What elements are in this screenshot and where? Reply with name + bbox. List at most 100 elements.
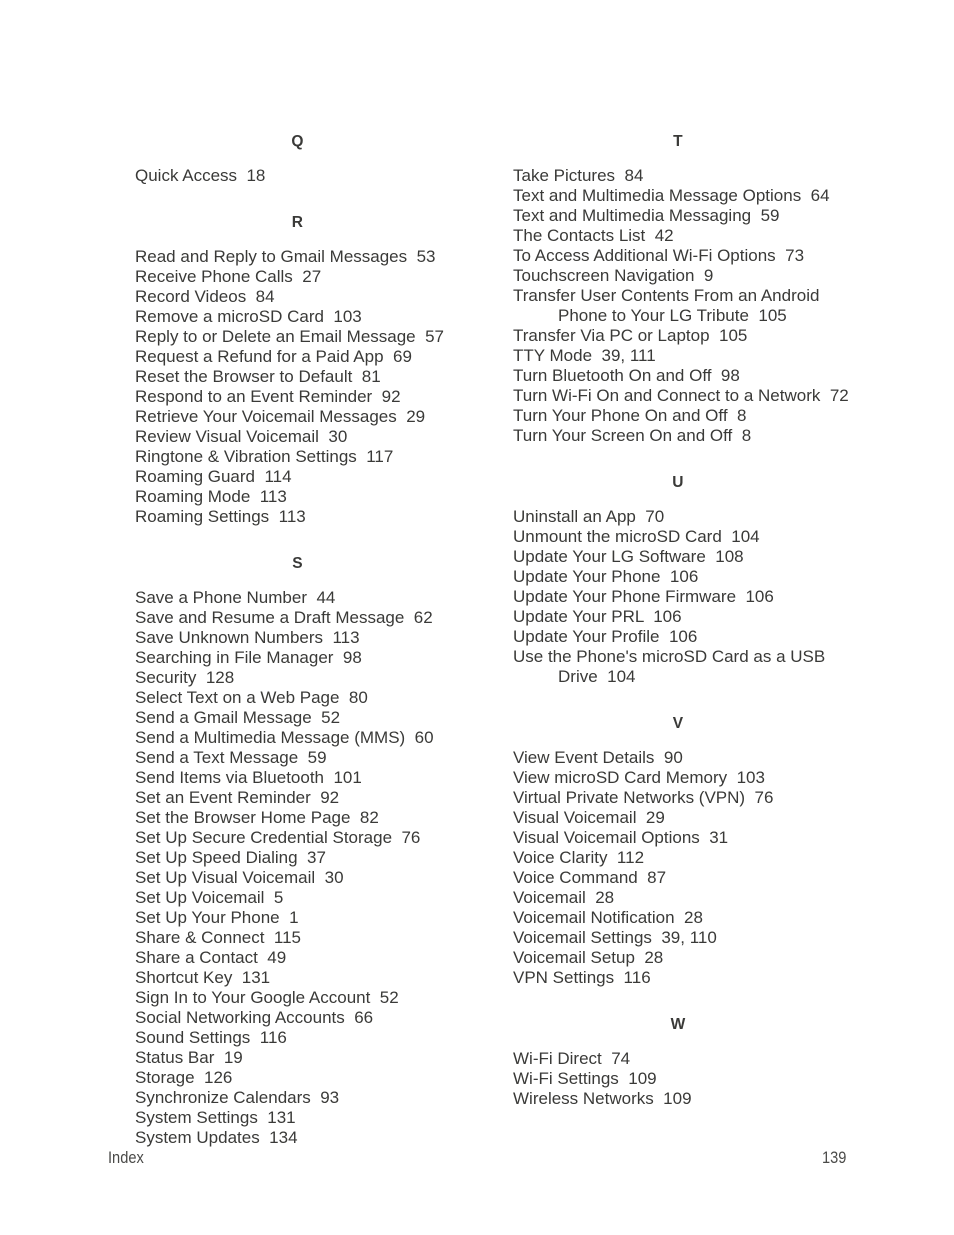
index-entry: System Updates 134: [135, 1128, 298, 1147]
index-entry: Sign In to Your Google Account 52: [135, 988, 399, 1007]
index-entry: Receive Phone Calls 27: [135, 267, 322, 286]
index-entry: Set Up Secure Credential Storage 76: [135, 828, 421, 847]
index-entry: Take Pictures 84: [513, 166, 644, 185]
index-entry: Synchronize Calendars 93: [135, 1088, 340, 1107]
page-footer: Index 139: [108, 1148, 846, 1168]
index-entry-list: Quick Access 18: [135, 166, 378, 186]
index-column-right: T Take Pictures 84 Text and Multimedia Mes…: [378, 132, 954, 1109]
index-entry-list: View Event Details 90 View microSD Card M…: [513, 748, 954, 988]
index-entry: Retrieve Your Voicemail Messages 29: [135, 407, 426, 426]
index-entry: Share & Connect 115: [135, 928, 302, 947]
index-entry: Roaming Settings 113: [135, 507, 306, 526]
index-entry: Transfer User Contents From an Android: [513, 286, 820, 305]
index-entry: Set an Event Reminder 92: [135, 788, 340, 807]
index-entry: Shortcut Key 131: [135, 968, 271, 987]
index-entry-list: Take Pictures 84 Text and Multimedia Mess…: [513, 166, 954, 446]
index-entry: Update Your Profile 106: [513, 627, 698, 646]
index-entry: Send a Multimedia Message (MMS) 60: [135, 728, 434, 747]
index-entry: Turn Your Screen On and Off 8: [513, 426, 752, 445]
index-entry: Share a Contact 49: [135, 948, 287, 967]
index-entry: Turn Your Phone On and Off 8: [513, 406, 747, 425]
index-entry: Visual Voicemail 29: [513, 808, 665, 827]
index-entry: Quick Access 18: [135, 166, 266, 185]
index-entry: Select Text on a Web Page 80: [135, 688, 368, 707]
index-entry: Ringtone & Vibration Settings 117: [135, 447, 394, 466]
index-entry: Update Your LG Software 108: [513, 547, 744, 566]
index-entry: Uninstall an App 70: [513, 507, 665, 526]
index-entry: Turn Bluetooth On and Off 98: [513, 366, 740, 385]
index-entry: Visual Voicemail Options 31: [513, 828, 729, 847]
index-entry: Voicemail 28: [513, 888, 615, 907]
index-columns: Q Quick Access 18 R Read and Reply to Gmail…: [0, 132, 954, 1148]
index-entry: Roaming Guard 114: [135, 467, 292, 486]
index-page: Q Quick Access 18 R Read and Reply to Gmail…: [0, 0, 954, 1235]
index-entry: Set Up Visual Voicemail 30: [135, 868, 344, 887]
index-entry-list: Uninstall an App 70 Unmount the microSD C…: [513, 507, 954, 687]
index-entry: Voice Clarity 112: [513, 848, 645, 867]
index-entry: Social Networking Accounts 66: [135, 1008, 374, 1027]
index-letter-heading: V: [672, 715, 684, 732]
index-entry: Respond to an Event Reminder 92: [135, 387, 401, 406]
index-entry: Wi-Fi Settings 109: [513, 1069, 657, 1088]
index-entry: Searching in File Manager 98: [135, 648, 362, 667]
index-entry: Roaming Mode 113: [135, 487, 287, 506]
index-entry: Reply to or Delete an Email Message 57: [135, 327, 444, 346]
index-entry: Security 128: [135, 668, 235, 687]
index-entry: Set Up Speed Dialing 37: [135, 848, 326, 867]
index-entry-list: Read and Reply to Gmail Messages 53 Recei…: [135, 247, 444, 527]
index-entry: Record Videos 84: [135, 287, 275, 306]
index-entry: System Settings 131: [135, 1108, 296, 1127]
index-letter-heading: U: [672, 474, 684, 491]
index-entry: Set the Browser Home Page 82: [135, 808, 379, 827]
heading-spacer: [135, 574, 378, 588]
index-entry: Virtual Private Networks (VPN) 76: [513, 788, 774, 807]
index-letter-heading: W: [670, 1016, 686, 1033]
index-entry: To Access Additional Wi-Fi Options 73: [513, 246, 805, 265]
index-entry: View microSD Card Memory 103: [513, 768, 765, 787]
index-entry: Remove a microSD Card 103: [135, 307, 362, 326]
index-entry: Turn Wi-Fi On and Connect to a Network 7…: [513, 386, 849, 405]
index-entry: Set Up Voicemail 5: [135, 888, 284, 907]
index-column-left: Q Quick Access 18 R Read and Reply to Gmail…: [0, 132, 444, 1148]
heading-spacer: [135, 152, 378, 166]
index-entry: Sound Settings 116: [135, 1028, 287, 1047]
footer-page-number: 139: [821, 1148, 846, 1167]
index-entry: Send Items via Bluetooth 101: [135, 768, 362, 787]
index-entry: Voicemail Setup 28: [513, 948, 664, 967]
index-entry-continuation: Drive 104: [558, 667, 636, 686]
index-entry: Text and Multimedia Message Options 64: [513, 186, 830, 205]
index-entry: View Event Details 90: [513, 748, 683, 767]
index-entry-list: Save a Phone Number 44 Save and Resume a …: [135, 588, 434, 1148]
index-entry: Status Bar 19: [135, 1048, 243, 1067]
heading-spacer: [513, 1035, 954, 1049]
index-entry: TTY Mode 39, 111: [513, 346, 656, 365]
footer-section-label: Index: [108, 1148, 144, 1167]
index-entry: Update Your PRL 106: [513, 607, 682, 626]
index-entry: Save and Resume a Draft Message 62: [135, 608, 433, 627]
index-entry: VPN Settings 116: [513, 968, 651, 987]
heading-spacer: [513, 734, 954, 748]
index-entry: Use the Phone's microSD Card as a USB: [513, 647, 826, 666]
index-entry: Unmount the microSD Card 104: [513, 527, 760, 546]
index-entry: Text and Multimedia Messaging 59: [513, 206, 780, 225]
index-entry: Save a Phone Number 44: [135, 588, 336, 607]
index-entry: Review Visual Voicemail 30: [135, 427, 348, 446]
index-entry: Voicemail Settings 39, 110: [513, 928, 717, 947]
index-entry: Update Your Phone 106: [513, 567, 699, 586]
heading-spacer: [513, 493, 954, 507]
index-entry: Reset the Browser to Default 81: [135, 367, 381, 386]
index-entry: Voice Command 87: [513, 868, 667, 887]
index-entry: Set Up Your Phone 1: [135, 908, 299, 927]
index-entry: Voicemail Notification 28: [513, 908, 703, 927]
index-entry: Touchscreen Navigation 9: [513, 266, 714, 285]
index-entry: Send a Text Message 59: [135, 748, 327, 767]
index-entry: Update Your Phone Firmware 106: [513, 587, 774, 606]
index-entry: Save Unknown Numbers 113: [135, 628, 360, 647]
index-entry: Request a Refund for a Paid App 69: [135, 347, 412, 366]
index-entry: Wireless Networks 109: [513, 1089, 692, 1108]
